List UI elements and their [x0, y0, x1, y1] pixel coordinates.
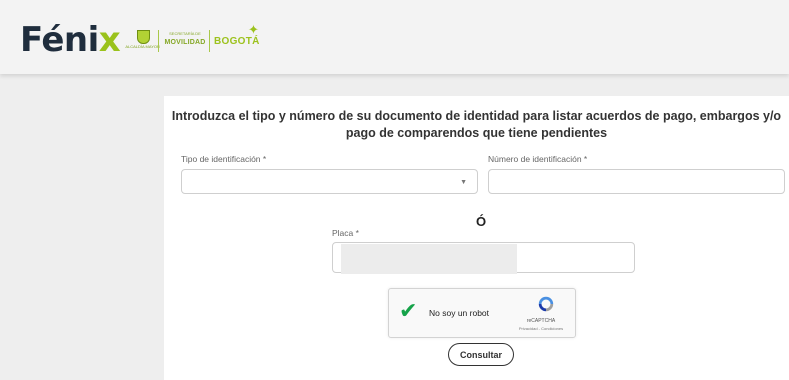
seal-text: ALCALDÍA MAYOR: [125, 44, 161, 50]
dropdown-arrow-icon[interactable]: ▼: [460, 179, 467, 186]
checkmark-icon[interactable]: ✔: [399, 299, 417, 323]
recaptcha-brand-text: reCAPTCHA: [526, 318, 556, 324]
star-icon: ✦: [248, 22, 259, 37]
alcaldia-seal-icon: ALCALDÍA MAYOR: [126, 30, 160, 52]
logo-text: Féni: [20, 20, 99, 60]
or-separator: Ó: [476, 214, 487, 229]
movilidad-logo: SECRETARÍA DE MOVILIDAD: [164, 30, 206, 49]
form-panel: Introduzca el tipo y número de su docume…: [164, 96, 789, 380]
movilidad-small-text: SECRETARÍA DE: [169, 31, 201, 36]
tipo-identificacion-label: Tipo de identificación *: [181, 154, 267, 164]
movilidad-text: MOVILIDAD: [164, 39, 206, 46]
shield-icon: [136, 30, 150, 44]
form-instructions: Introduzca el tipo y número de su docume…: [171, 109, 782, 140]
logo-accent-text: x: [98, 20, 121, 60]
tipo-identificacion-select[interactable]: ▼: [181, 169, 478, 194]
header-divider: [158, 30, 159, 52]
recaptcha-widget[interactable]: ✔ No soy un robot reCAPTCHA Privacidad -…: [388, 288, 576, 338]
app-header: Fénix ALCALDÍA MAYOR SECRETARÍA DE MOVIL…: [0, 0, 789, 74]
numero-identificacion-input[interactable]: [488, 169, 785, 194]
placa-input[interactable]: [332, 242, 635, 274]
recaptcha-links[interactable]: Privacidad - Condiciones: [515, 326, 567, 331]
numero-identificacion-label: Número de identificación *: [488, 154, 588, 164]
header-divider: [209, 30, 210, 52]
captcha-label: No soy un robot: [429, 308, 490, 318]
redacted-block: [341, 244, 517, 274]
consultar-button[interactable]: Consultar: [448, 343, 514, 366]
placa-label: Placa *: [332, 228, 359, 238]
recaptcha-logo-icon: [538, 296, 554, 312]
fenix-logo[interactable]: Fénix: [20, 18, 121, 62]
